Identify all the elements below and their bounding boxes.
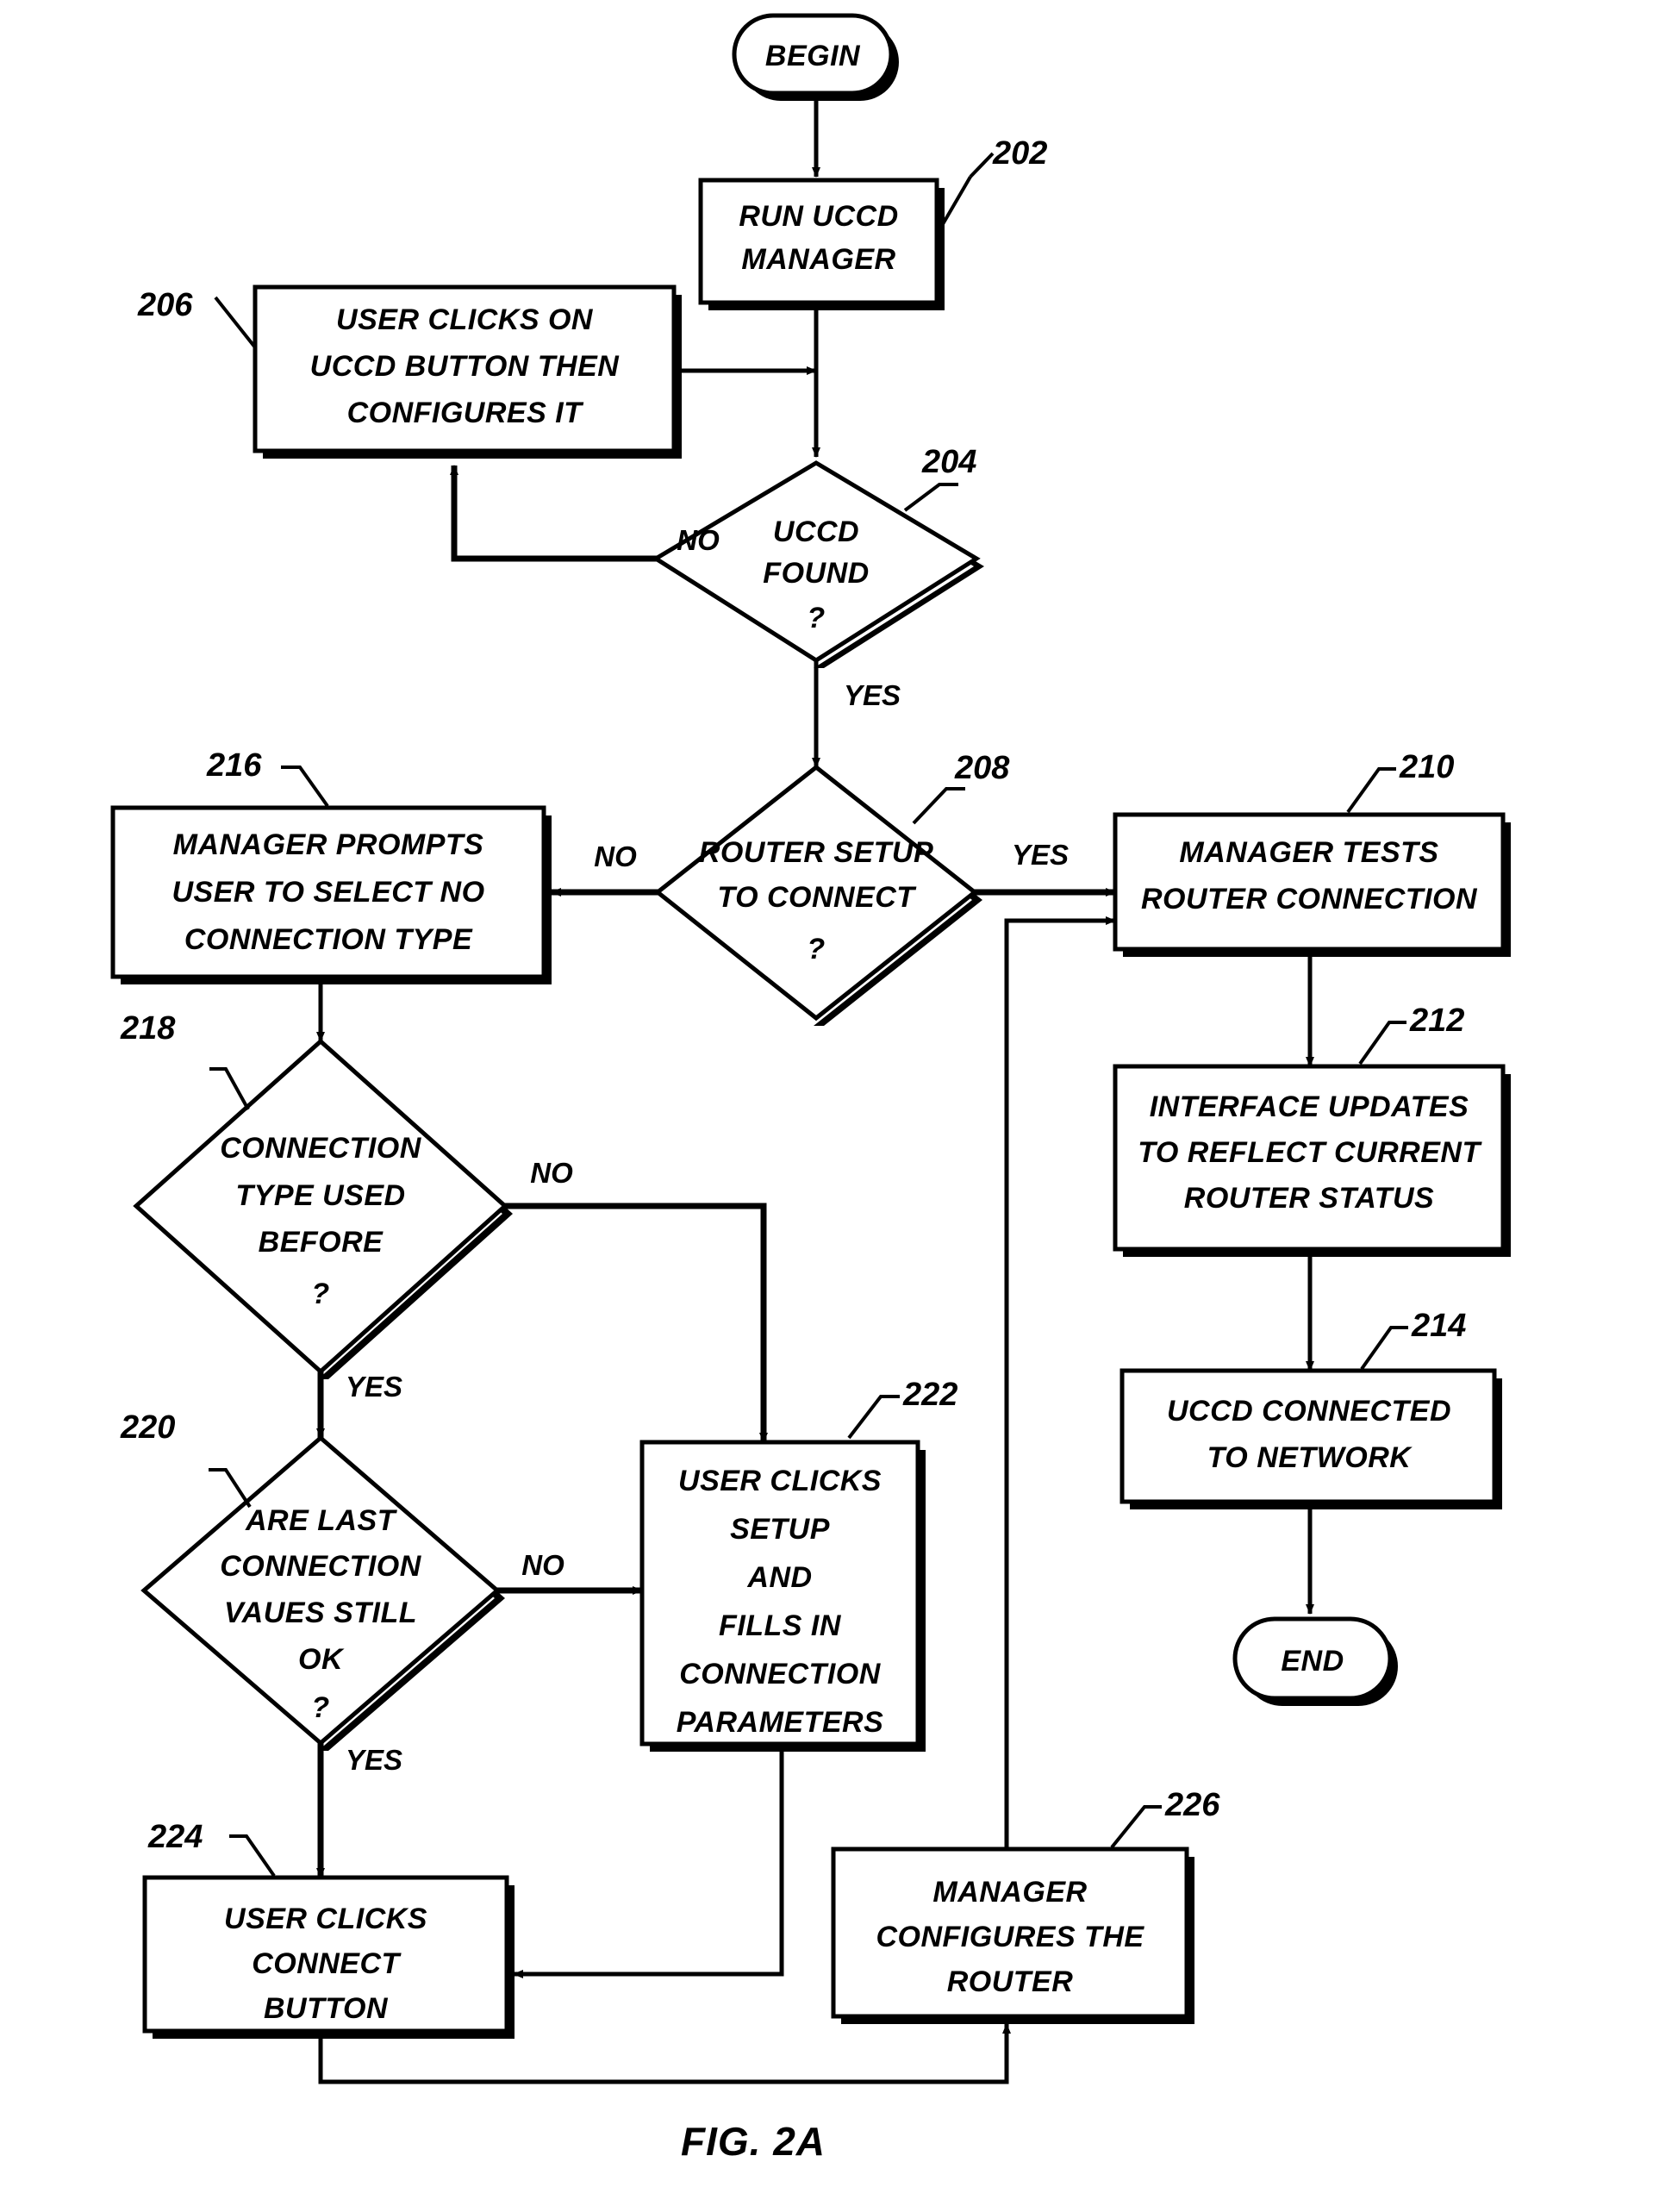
node-222-line-5: CONNECTION xyxy=(679,1658,882,1690)
figure-caption: FIG. 2A xyxy=(681,2119,826,2164)
node-226-line-1: MANAGER xyxy=(932,1876,1087,1909)
node-210-line-1: MANAGER TESTS xyxy=(1179,836,1438,869)
node-218: CONNECTION TYPE USED BEFORE ? 218 xyxy=(120,1010,513,1379)
patent-figure-2a: BEGIN RUN UCCD MANAGER 202 USER CLICKS O… xyxy=(0,0,1659,2212)
ref-label-226: 226 xyxy=(1164,1787,1220,1823)
ref-label-220: 220 xyxy=(120,1409,175,1446)
node-216: MANAGER PROMPTS USER TO SELECT NO CONNEC… xyxy=(110,747,552,984)
branch-label-218-yes: YES xyxy=(346,1371,402,1403)
node-206: USER CLICKS ON UCCD BUTTON THEN CONFIGUR… xyxy=(137,284,682,459)
node-218-line-2: TYPE USED xyxy=(235,1179,405,1212)
node-222: USER CLICKS SETUP AND FILLS IN CONNECTIO… xyxy=(639,1377,957,1752)
branch-label-220-no: NO xyxy=(521,1549,564,1581)
edge-226-210 xyxy=(1004,916,1116,1849)
node-206-line-2: UCCD BUTTON THEN xyxy=(310,350,621,383)
node-212: INTERFACE UPDATES TO REFLECT CURRENT ROU… xyxy=(1113,1003,1511,1257)
node-226-line-3: ROUTER xyxy=(947,1965,1074,1998)
branch-label-218-no: NO xyxy=(530,1157,573,1189)
node-216-line-2: USER TO SELECT NO xyxy=(172,876,484,909)
node-214-line-1: UCCD CONNECTED xyxy=(1167,1395,1451,1428)
node-218-line-4: ? xyxy=(311,1278,329,1310)
node-210-line-2: ROUTER CONNECTION xyxy=(1141,883,1478,915)
begin-label: BEGIN xyxy=(765,40,861,72)
ref-label-216: 216 xyxy=(206,747,262,784)
branch-label-204-yes: YES xyxy=(844,679,901,711)
node-224-line-1: USER CLICKS xyxy=(224,1903,427,1935)
node-222-line-1: USER CLICKS xyxy=(678,1465,882,1497)
node-202-line-2: MANAGER xyxy=(741,243,895,276)
node-224-line-3: BUTTON xyxy=(264,1992,389,2025)
node-220-line-3: VAUES STILL xyxy=(224,1597,417,1629)
node-222-line-4: FILLS IN xyxy=(719,1609,842,1642)
ref-label-224: 224 xyxy=(147,1819,203,1855)
node-224-line-2: CONNECT xyxy=(252,1947,402,1980)
node-208-line-1: ROUTER SETUP xyxy=(699,836,933,869)
ref-label-204: 204 xyxy=(921,444,976,480)
node-218-line-1: CONNECTION xyxy=(220,1132,422,1165)
node-216-line-1: MANAGER PROMPTS xyxy=(173,828,484,861)
node-222-line-3: AND xyxy=(746,1561,812,1594)
ref-label-206: 206 xyxy=(137,287,193,323)
node-204: UCCD FOUND ? 204 xyxy=(652,444,984,668)
node-220: ARE LAST CONNECTION VAUES STILL OK ? 220 xyxy=(120,1409,505,1751)
node-202-line-1: RUN UCCD xyxy=(739,200,898,233)
ref-label-222: 222 xyxy=(902,1377,957,1413)
end-label: END xyxy=(1281,1645,1344,1678)
ref-label-212: 212 xyxy=(1409,1003,1464,1039)
node-212-line-1: INTERFACE UPDATES xyxy=(1150,1090,1469,1123)
node-204-line-1: UCCD xyxy=(773,516,859,548)
branch-label-208-no: NO xyxy=(594,840,637,872)
node-220-line-1: ARE LAST xyxy=(245,1504,398,1537)
node-222-line-2: SETUP xyxy=(730,1513,830,1546)
edge-218-222-no xyxy=(505,1203,768,1443)
branch-label-208-yes: YES xyxy=(1012,839,1069,871)
node-208-line-3: ? xyxy=(807,933,825,965)
ref-label-202: 202 xyxy=(992,135,1047,172)
node-206-line-1: USER CLICKS ON xyxy=(336,303,594,336)
edge-222-224 xyxy=(513,1752,784,1978)
ref-label-208: 208 xyxy=(954,750,1010,786)
node-206-line-3: CONFIGURES IT xyxy=(347,397,585,429)
ref-label-210: 210 xyxy=(1399,749,1454,785)
terminator-end: END xyxy=(1232,1616,1398,1706)
node-212-line-2: TO REFLECT CURRENT xyxy=(1138,1136,1482,1169)
node-220-line-4: OK xyxy=(298,1643,345,1676)
node-210: MANAGER TESTS ROUTER CONNECTION 210 xyxy=(1113,749,1511,957)
node-204-line-2: FOUND xyxy=(763,557,869,590)
node-208: ROUTER SETUP TO CONNECT ? 208 xyxy=(653,750,1010,1026)
node-214-line-2: TO NETWORK xyxy=(1207,1441,1413,1474)
node-202: RUN UCCD MANAGER 202 xyxy=(698,135,1047,310)
node-218-line-3: BEFORE xyxy=(259,1226,384,1259)
node-220-line-2: CONNECTION xyxy=(220,1550,422,1583)
node-216-line-3: CONNECTION TYPE xyxy=(184,923,473,956)
node-222-line-6: PARAMETERS xyxy=(677,1706,884,1739)
node-224: USER CLICKS CONNECT BUTTON 224 xyxy=(142,1819,515,2039)
node-212-line-3: ROUTER STATUS xyxy=(1184,1182,1434,1215)
branch-label-204-no: NO xyxy=(677,524,720,556)
ref-label-214: 214 xyxy=(1411,1308,1466,1344)
ref-label-218: 218 xyxy=(120,1010,176,1047)
node-226: MANAGER CONFIGURES THE ROUTER 226 xyxy=(831,1787,1220,2024)
terminator-begin: BEGIN xyxy=(732,13,899,101)
flowchart-canvas: BEGIN RUN UCCD MANAGER 202 USER CLICKS O… xyxy=(110,13,1511,2164)
node-208-line-2: TO CONNECT xyxy=(717,881,917,914)
node-204-line-3: ? xyxy=(807,602,825,634)
branch-label-220-yes: YES xyxy=(346,1744,402,1776)
node-220-line-5: ? xyxy=(311,1691,329,1724)
node-226-line-2: CONFIGURES THE xyxy=(876,1921,1144,1953)
